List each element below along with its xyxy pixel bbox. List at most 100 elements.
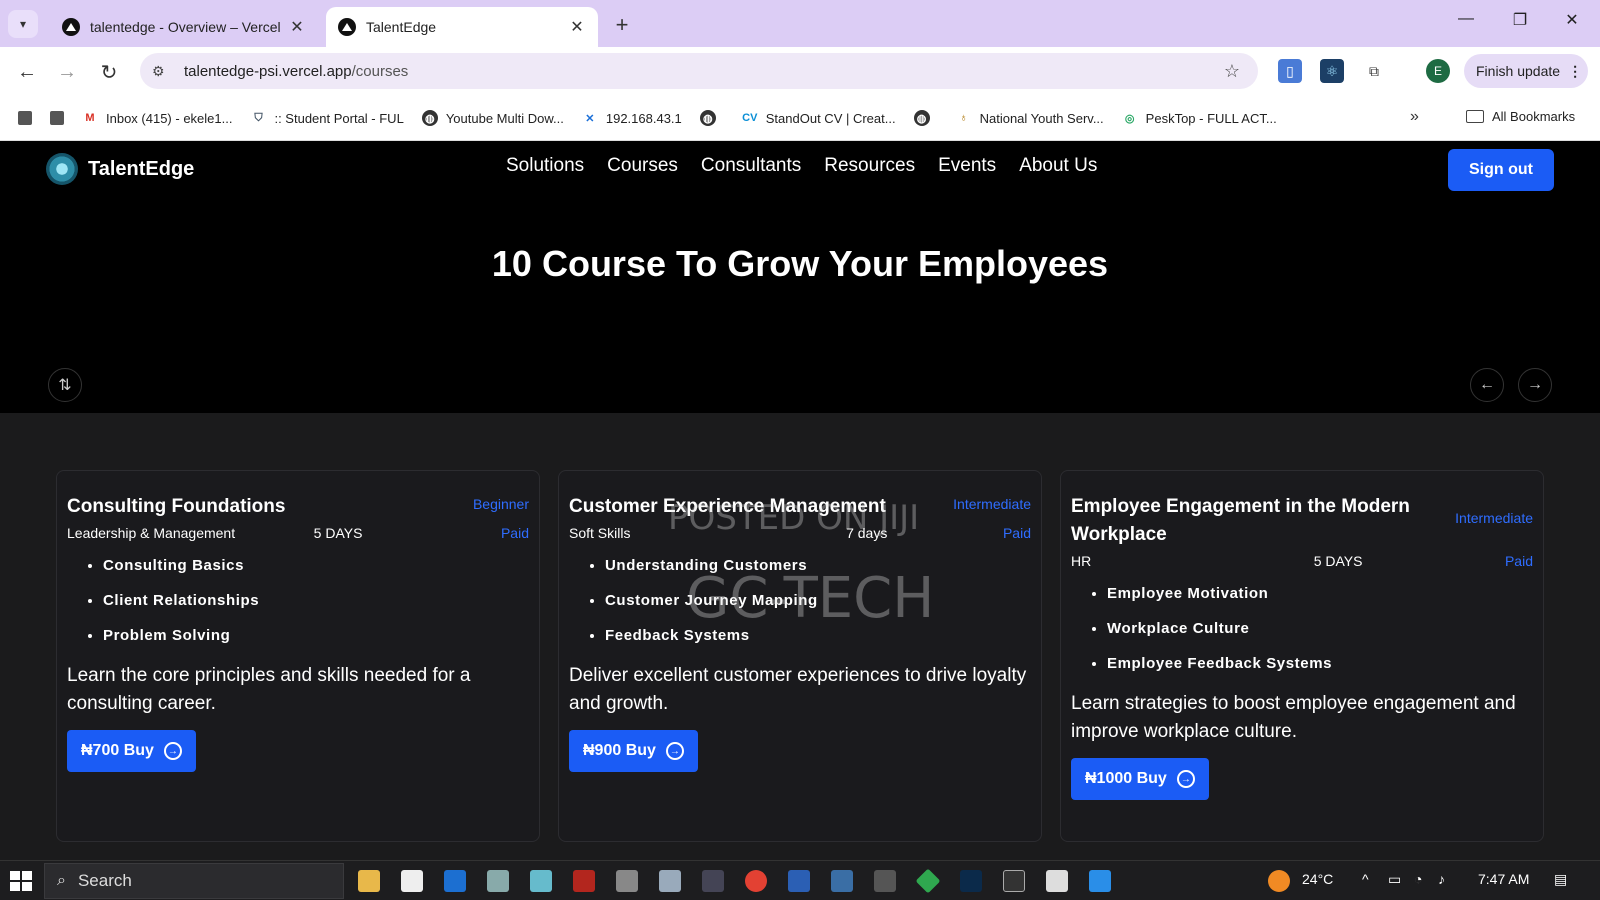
keyboard-icon[interactable] — [659, 870, 681, 892]
tab-search-button[interactable]: ▾ — [8, 10, 38, 38]
new-tab-plus-icon[interactable]: + — [610, 12, 634, 38]
terminal-icon[interactable] — [1003, 870, 1025, 892]
buy-button[interactable]: ₦1000 Buy → — [1071, 758, 1209, 800]
nav-link-consultants[interactable]: Consultants — [701, 155, 801, 177]
nav-link-events[interactable]: Events — [938, 155, 996, 177]
photoshop-icon[interactable] — [960, 870, 982, 892]
minimize-icon[interactable]: — — [1446, 10, 1486, 28]
browser-tab-talentedge[interactable]: TalentEdge ✕ — [326, 7, 598, 47]
bookmark-standout-cv[interactable]: CV StandOut CV | Creat... — [742, 110, 896, 126]
carousel-next-arrow-icon[interactable]: → — [1518, 368, 1552, 402]
url-text[interactable]: talentedge-psi.vercel.app/courses — [184, 63, 1220, 80]
site-logo[interactable]: TalentEdge — [46, 153, 194, 185]
store-icon[interactable] — [401, 870, 423, 892]
nav-link-resources[interactable]: Resources — [824, 155, 915, 177]
bookmark-globe[interactable]: ◍ — [699, 110, 724, 126]
taskbar-search-box[interactable]: ⌕ Search — [44, 863, 344, 899]
tab-title: talentedge - Overview – Vercel — [90, 19, 281, 35]
app-icon[interactable] — [702, 870, 724, 892]
restore-icon[interactable]: ❐ — [1500, 10, 1540, 30]
more-bookmarks-chevron-icon[interactable]: » — [1410, 108, 1419, 126]
window-close-icon[interactable]: ✕ — [1552, 10, 1592, 30]
bookmark-label: Youtube Multi Dow... — [445, 110, 564, 126]
course-level-badge: Beginner — [472, 496, 529, 512]
bookmark-star-icon[interactable]: ☆ — [1220, 61, 1244, 82]
buy-button[interactable]: ₦700 Buy → — [67, 730, 196, 772]
clock-time[interactable]: 7:47 AM — [1478, 871, 1529, 887]
adobe-illustrator-icon[interactable] — [573, 870, 595, 892]
forward-arrow-icon[interactable]: → — [52, 57, 82, 87]
all-bookmarks-button[interactable]: All Bookmarks — [1466, 109, 1575, 124]
file-explorer-icon[interactable] — [358, 870, 380, 892]
course-card[interactable]: Employee Engagement in the Modern Workpl… — [1060, 470, 1544, 842]
close-icon[interactable]: ✕ — [288, 17, 306, 37]
topic-item: Employee Feedback Systems — [1107, 655, 1533, 672]
finish-update-label: Finish update — [1476, 63, 1561, 79]
bookmark-nysc[interactable]: ♁ National Youth Serv... — [956, 110, 1103, 126]
course-description: Deliver excellent customer experiences t… — [569, 665, 1027, 714]
nav-link-about-us[interactable]: About Us — [1019, 155, 1097, 177]
search-icon: ⌕ — [57, 872, 66, 889]
close-icon[interactable]: ✕ — [568, 17, 586, 37]
battery-icon[interactable]: ▭ — [1388, 871, 1401, 888]
taskbar-search-placeholder: Search — [77, 871, 132, 890]
course-category: HR — [1071, 553, 1092, 569]
shield-icon: ⛉ — [254, 111, 263, 124]
bookmark-youtube-multi[interactable]: ◍ Youtube Multi Dow... — [421, 110, 564, 126]
weather-temperature[interactable]: 24°C — [1302, 871, 1333, 887]
buy-label: ₦900 Buy — [583, 742, 656, 759]
arrow-circle-right-icon: → — [1176, 770, 1195, 788]
bookmark-app-icon[interactable] — [18, 111, 32, 125]
carousel-prev-arrow-icon[interactable]: ← — [1470, 368, 1504, 402]
wifi-icon[interactable]: ◔ — [1414, 871, 1422, 887]
notepad-icon[interactable] — [1046, 870, 1068, 892]
folder-icon — [1466, 110, 1484, 123]
outlook-icon[interactable] — [444, 870, 466, 892]
course-title: Employee Engagement in the Modern Workpl… — [1071, 496, 1410, 545]
course-duration: 5 DAYS — [313, 525, 363, 541]
windows-taskbar: ⌕ Search 24°C ^ ▭ ◔ ♪ 7:47 AM ▤ — [0, 860, 1600, 900]
weather-icon[interactable] — [1268, 870, 1290, 892]
volume-icon[interactable]: ♪ — [1438, 871, 1445, 887]
address-bar[interactable]: ⚙ talentedge-psi.vercel.app/courses ☆ — [140, 53, 1258, 89]
course-card[interactable]: Consulting Foundations Beginner Leadersh… — [56, 470, 540, 842]
profile-avatar[interactable]: E — [1426, 59, 1450, 83]
course-category: Leadership & Management — [67, 525, 236, 541]
vscode-icon[interactable] — [1089, 870, 1111, 892]
nav-link-solutions[interactable]: Solutions — [506, 155, 584, 177]
finish-update-button[interactable]: Finish update ⋮ — [1464, 54, 1588, 88]
app-icon[interactable] — [530, 870, 552, 892]
extension-react-icon[interactable]: ⚛ — [1320, 59, 1344, 83]
calculator-icon[interactable] — [616, 870, 638, 892]
bookmark-pesktop[interactable]: ◎ PeskTop - FULL ACT... — [1122, 110, 1277, 126]
bookmark-router[interactable]: ✕ 192.168.43.1 — [582, 110, 682, 126]
notifications-icon[interactable]: ▤ — [1554, 871, 1567, 888]
word-icon[interactable] — [788, 870, 810, 892]
app-icon[interactable] — [915, 868, 941, 894]
bookmark-app-icon[interactable] — [50, 111, 64, 125]
buy-label: ₦1000 Buy — [1085, 770, 1167, 787]
app-icon[interactable] — [874, 870, 896, 892]
url-path: /courses — [351, 62, 409, 80]
extensions-puzzle-icon[interactable]: ⧉ — [1362, 59, 1386, 83]
bookmark-label: StandOut CV | Creat... — [765, 110, 896, 126]
photos-icon[interactable] — [487, 870, 509, 892]
bookmark-globe-2[interactable]: ◍ — [913, 110, 938, 126]
app-icon[interactable] — [831, 870, 853, 892]
sort-icon[interactable]: ⇅ — [48, 368, 82, 402]
course-card[interactable]: Customer Experience Management Intermedi… — [558, 470, 1042, 842]
nysc-icon: ♁ — [959, 112, 968, 124]
chrome-icon[interactable] — [745, 870, 767, 892]
reload-icon[interactable]: ↻ — [94, 57, 124, 87]
chevron-up-icon[interactable]: ^ — [1362, 871, 1369, 887]
buy-button[interactable]: ₦900 Buy → — [569, 730, 698, 772]
windows-start-icon[interactable] — [10, 871, 32, 891]
extension-book-icon[interactable]: ▯ — [1278, 59, 1302, 83]
sign-out-button[interactable]: Sign out — [1448, 149, 1554, 191]
bookmark-gmail[interactable]: M Inbox (415) - ekele1... — [82, 110, 232, 126]
site-settings-icon[interactable]: ⚙ — [152, 63, 172, 80]
bookmark-student-portal[interactable]: ⛉:: Student Portal - FUL — [250, 110, 403, 126]
back-arrow-icon[interactable]: ← — [12, 57, 42, 87]
nav-link-courses[interactable]: Courses — [607, 155, 678, 177]
browser-tab-vercel[interactable]: talentedge - Overview – Vercel ✕ — [50, 7, 318, 47]
